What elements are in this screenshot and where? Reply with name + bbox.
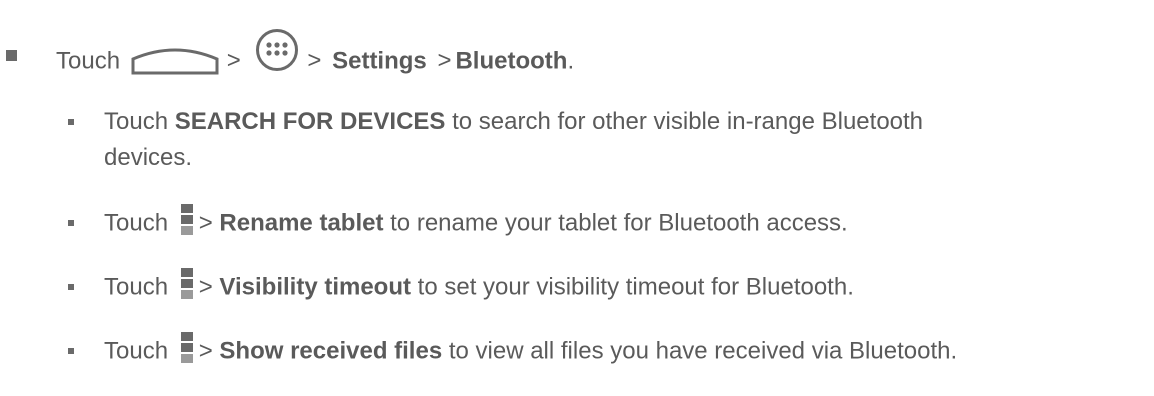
main-step: Touch > > Settings > Bluetooth. xyxy=(56,29,575,84)
sub-step-show-files: Touch > Show received files to view all … xyxy=(104,332,958,368)
settings-label: Settings xyxy=(332,47,427,75)
rename-tablet-label: Rename tablet xyxy=(219,209,384,237)
touch-text: Touch xyxy=(56,47,121,75)
apps-icon xyxy=(255,28,299,72)
sub-bullet xyxy=(68,220,74,226)
separator: > xyxy=(198,209,213,237)
separator: > xyxy=(198,337,213,365)
bluetooth-label: Bluetooth xyxy=(455,47,568,75)
step-text: to set your visibility timeout for Bluet… xyxy=(417,273,854,301)
separator: > xyxy=(307,47,322,75)
sub-step-search: Touch SEARCH FOR DEVICES to search for o… xyxy=(104,107,923,137)
step-text: to search for other visible in-range Blu… xyxy=(452,108,924,135)
menu-icon xyxy=(180,204,193,236)
menu-icon xyxy=(180,268,193,300)
main-bullet xyxy=(6,50,17,61)
sub-step-search-cont: devices. xyxy=(104,143,192,173)
sub-bullet xyxy=(68,119,74,125)
show-received-files-label: Show received files xyxy=(219,337,443,365)
menu-icon xyxy=(180,332,193,364)
separator: > xyxy=(437,47,452,75)
period: . xyxy=(567,47,575,75)
sub-bullet xyxy=(68,348,74,354)
home-icon xyxy=(131,45,219,75)
step-text: to rename your tablet for Bluetooth acce… xyxy=(390,209,848,237)
touch-text: Touch xyxy=(104,209,169,237)
touch-text: Touch xyxy=(104,273,169,301)
step-text: to view all files you have received via … xyxy=(448,337,958,365)
visibility-timeout-label: Visibility timeout xyxy=(219,273,411,301)
sub-step-visibility: Touch > Visibility timeout to set your v… xyxy=(104,268,854,304)
separator: > xyxy=(198,273,213,301)
sub-step-rename: Touch > Rename tablet to rename your tab… xyxy=(104,204,848,240)
touch-text: Touch xyxy=(104,337,169,365)
search-for-devices-label: SEARCH FOR DEVICES xyxy=(174,108,446,135)
step-text: devices. xyxy=(104,144,193,171)
separator: > xyxy=(226,47,241,75)
sub-bullet xyxy=(68,284,74,290)
touch-text: Touch xyxy=(104,108,169,135)
